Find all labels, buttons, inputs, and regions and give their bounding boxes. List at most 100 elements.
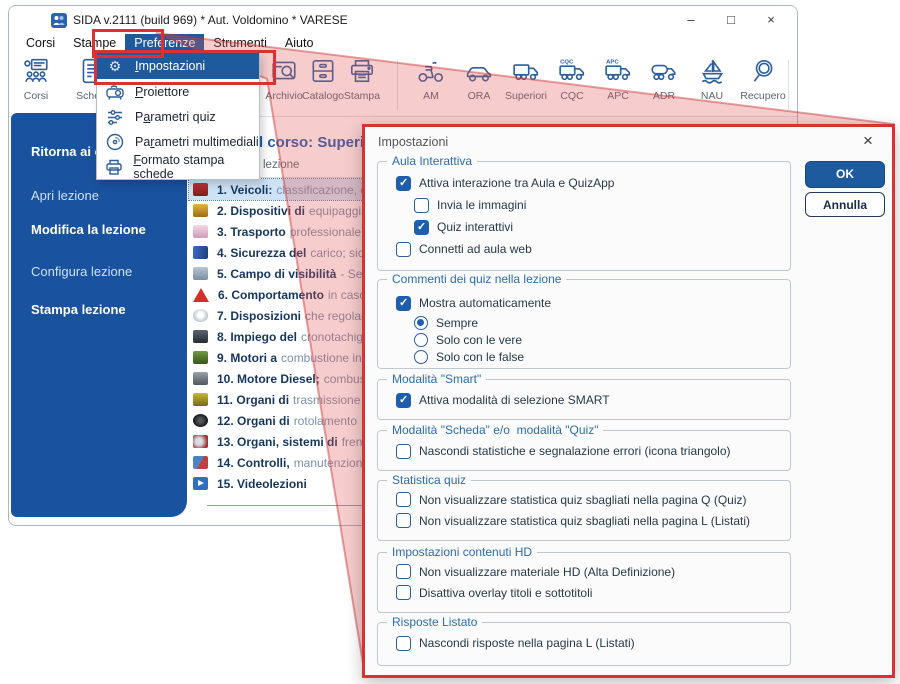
checkbox-icon[interactable] — [396, 444, 411, 459]
radio-icon[interactable] — [414, 333, 428, 347]
course-title: l corso: Superio — [259, 134, 373, 151]
checkbox-checked-icon[interactable] — [396, 296, 411, 311]
ok-button[interactable]: OK — [805, 161, 885, 188]
toolbar-button-stampa[interactable]: Stampa — [339, 58, 385, 112]
checkbox-row[interactable]: Nascondi statistiche e segnalazione erro… — [378, 440, 790, 462]
checkbox-row[interactable]: Connetti ad aula web — [378, 238, 790, 260]
radio-row[interactable]: Sempre — [378, 314, 790, 331]
sidebar-item-stampa[interactable]: Stampa lezione — [31, 302, 126, 317]
group-modalita-smart: Modalità "Smart" Attiva modalità di sele… — [377, 379, 791, 420]
group-risposte-listato: Risposte Listato Nascondi risposte nella… — [377, 622, 791, 666]
projector-icon — [103, 82, 127, 102]
title-bar: SIDA v.2111 (build 969) * Aut. Voldomino… — [9, 6, 797, 34]
menu-item-impostazioni[interactable]: ⚙ Impostazioni — [97, 53, 259, 79]
radio-row[interactable]: Solo con le vere — [378, 331, 790, 348]
toolbar-separator — [397, 60, 398, 110]
menu-bar: Corsi Stampe Preferenze Strumenti Aiuto — [9, 34, 797, 54]
checkbox-checked-icon[interactable] — [396, 393, 411, 408]
toolbar-button-adr[interactable]: ADR — [642, 58, 686, 112]
tanker-truck-icon — [650, 58, 678, 89]
checkbox-row[interactable]: Attiva modalità di selezione SMART — [378, 389, 790, 411]
checkbox-icon[interactable] — [414, 198, 429, 213]
window-title: SIDA v.2111 (build 969) * Aut. Voldomino… — [73, 13, 348, 27]
toolbar-separator — [788, 60, 789, 110]
menu-stampe[interactable]: Stampe — [64, 34, 125, 54]
loading-truck-icon — [193, 246, 208, 259]
checkbox-row[interactable]: Invia le immagini — [378, 194, 790, 216]
checkbox-icon[interactable] — [396, 242, 411, 257]
radio-selected-icon[interactable] — [414, 316, 428, 330]
menu-item-parametri-quiz[interactable]: Parametri quiz — [97, 104, 259, 129]
toolbar-button-recupero[interactable]: Recupero — [735, 58, 791, 112]
tachograph-icon — [193, 330, 208, 343]
preferenze-dropdown-menu: ⚙ Impostazioni Proiettore Parametri quiz… — [96, 52, 260, 180]
diesel-engine-icon — [193, 372, 208, 385]
checkbox-icon[interactable] — [396, 585, 411, 600]
checkbox-icon[interactable] — [396, 513, 411, 528]
group-statistica-quiz: Statistica quiz Non visualizzare statist… — [377, 480, 791, 541]
minimize-button[interactable]: – — [678, 9, 704, 31]
toolbar-button-superiori[interactable]: Superiori — [499, 58, 553, 112]
maximize-button[interactable]: □ — [718, 9, 744, 31]
checkbox-row[interactable]: Non visualizzare materiale HD (Alta Defi… — [378, 561, 790, 582]
checkbox-icon[interactable] — [396, 564, 411, 579]
toolbar-button-am[interactable]: AM — [408, 58, 454, 112]
archive-search-icon — [270, 58, 298, 89]
documents-icon — [193, 225, 208, 238]
menu-item-parametri-multimediali[interactable]: Parametri multimediali — [97, 129, 259, 154]
menu-corsi[interactable]: Corsi — [17, 34, 64, 54]
menu-aiuto[interactable]: Aiuto — [276, 34, 323, 54]
maintenance-icon — [193, 456, 208, 469]
toolbar-button-corsi[interactable]: Corsi — [13, 58, 59, 112]
group-modalita-scheda-quiz: Modalità "Scheda" e/o modalità "Quiz" Na… — [377, 430, 791, 471]
checkbox-row[interactable]: Quiz interattivi — [378, 216, 790, 238]
dialog-title: Impostazioni — [378, 135, 448, 149]
radio-icon[interactable] — [414, 350, 428, 364]
close-button[interactable]: × — [758, 9, 784, 31]
toolbar-button-apc[interactable]: APC APC — [596, 58, 640, 112]
menu-strumenti[interactable]: Strumenti — [204, 34, 276, 54]
menu-preferenze[interactable]: Preferenze — [125, 34, 204, 54]
menu-item-proiettore[interactable]: Proiettore — [97, 79, 259, 104]
checkbox-row[interactable]: Nascondi risposte nella pagina L (Listat… — [378, 632, 790, 654]
svg-text:APC: APC — [606, 59, 619, 65]
moped-icon — [417, 58, 445, 89]
checkbox-row[interactable]: Mostra automaticamente — [378, 292, 790, 314]
annulla-button[interactable]: Annulla — [805, 192, 885, 217]
checkbox-row[interactable]: Disattiva overlay titoli e sottotitoli — [378, 582, 790, 603]
bus-icon — [193, 183, 208, 196]
sidebar-item-modifica[interactable]: Modifica la lezione — [31, 222, 146, 237]
checkbox-checked-icon[interactable] — [414, 220, 429, 235]
clock-icon — [193, 309, 208, 322]
toolbar-button-cqc[interactable]: CQC CQC — [551, 58, 593, 112]
sidebar-item-apri[interactable]: Apri lezione — [31, 188, 99, 203]
checkbox-row[interactable]: Non visualizzare statistica quiz sbaglia… — [378, 489, 790, 510]
magnifier-icon — [749, 58, 777, 89]
road-icon — [193, 267, 208, 280]
group-aula-interattiva: Aula Interattiva Attiva interazione tra … — [377, 161, 791, 271]
checkbox-icon[interactable] — [396, 492, 411, 507]
toolbar-button-ora[interactable]: ORA — [456, 58, 502, 112]
checkbox-icon[interactable] — [396, 636, 411, 651]
drawers-icon — [309, 58, 337, 89]
screenshot-canvas: SIDA v.2111 (build 969) * Aut. Voldomino… — [0, 0, 900, 684]
menu-item-formato-stampa-schede[interactable]: Formato stampa schede — [97, 154, 259, 179]
group-commenti-quiz: Commenti dei quiz nella lezione Mostra a… — [377, 279, 791, 369]
people-icon — [22, 58, 50, 89]
engine-icon — [193, 351, 208, 364]
dialog-close-icon[interactable]: × — [858, 131, 878, 151]
impostazioni-dialog: Impostazioni × Aula Interattiva Attiva i… — [362, 124, 895, 678]
toolbar-button-nau[interactable]: NAU — [690, 58, 734, 112]
cqc-truck-icon: CQC — [558, 58, 586, 89]
transmission-icon — [193, 393, 208, 406]
warning-triangle-icon — [193, 288, 209, 302]
radio-row[interactable]: Solo con le false — [378, 348, 790, 365]
checkbox-row[interactable]: Attiva interazione tra Aula e QuizApp — [378, 172, 790, 194]
apc-truck-icon: APC — [604, 58, 632, 89]
sidebar-item-configura[interactable]: Configura lezione — [31, 264, 132, 279]
svg-text:CQC: CQC — [560, 59, 574, 65]
printer-icon — [348, 58, 376, 89]
checkbox-checked-icon[interactable] — [396, 176, 411, 191]
printer-icon — [103, 157, 125, 177]
checkbox-row[interactable]: Non visualizzare statistica quiz sbaglia… — [378, 510, 790, 531]
